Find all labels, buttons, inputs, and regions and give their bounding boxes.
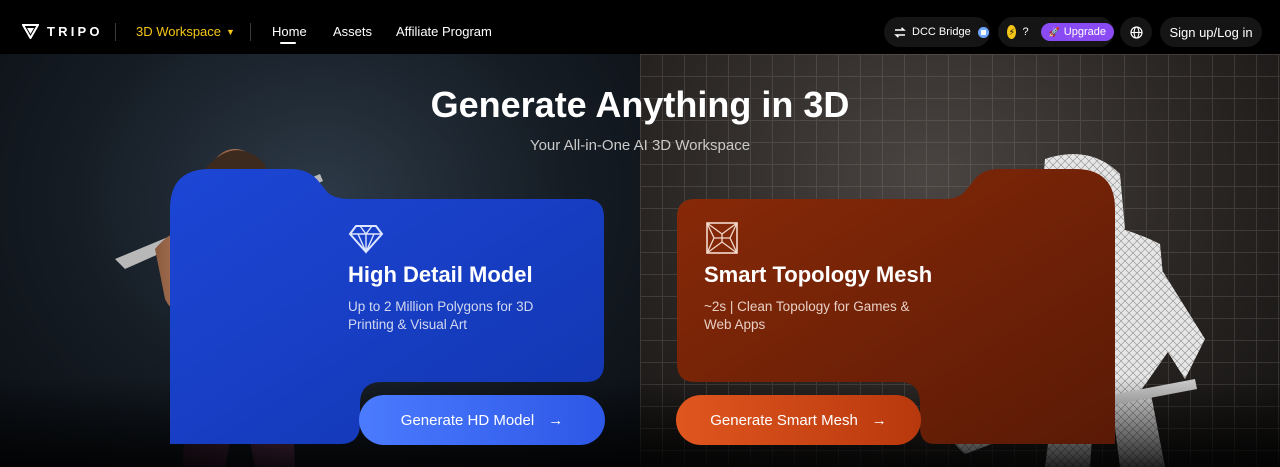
tripo-logo-icon — [22, 24, 39, 39]
swap-arrows-icon — [894, 26, 906, 38]
credits-pill[interactable]: ⚡ ? 🚀 Upgrade — [998, 17, 1114, 47]
credits-value: ? — [1022, 26, 1029, 38]
dcc-bridge-button[interactable]: DCC Bridge — [884, 17, 990, 47]
dcc-bridge-label: DCC Bridge — [912, 26, 971, 38]
active-tab-indicator — [280, 42, 296, 44]
globe-icon — [1129, 25, 1143, 39]
button-label: Generate HD Model — [400, 411, 535, 429]
button-label: Generate Smart Mesh — [710, 411, 858, 429]
card-description: ~2s | Clean Topology for Games & Web App… — [704, 299, 910, 332]
nav-affiliate-program[interactable]: Affiliate Program — [396, 24, 492, 39]
nav-assets[interactable]: Assets — [333, 24, 372, 39]
generate-smart-mesh-button[interactable]: Generate Smart Mesh → — [676, 395, 921, 445]
card-description: Up to 2 Million Polygons for 3D Printing… — [348, 299, 534, 332]
language-button[interactable] — [1120, 17, 1152, 47]
mesh-icon — [706, 222, 738, 254]
nav-divider — [250, 23, 251, 41]
generate-hd-model-button[interactable]: Generate HD Model → — [359, 395, 605, 445]
upgrade-label: Upgrade — [1063, 26, 1106, 38]
nav-divider — [115, 23, 116, 41]
workspace-dropdown[interactable]: 3D Workspace ▼ — [136, 24, 235, 39]
card-title: Smart Topology Mesh — [704, 262, 933, 287]
upgrade-button[interactable]: 🚀 Upgrade — [1040, 23, 1114, 41]
workspace-label: 3D Workspace — [136, 24, 222, 39]
arrow-right-icon: → — [871, 411, 887, 429]
hero-title: Generate Anything in 3D — [430, 84, 850, 125]
hero-subtitle: Your All-in-One AI 3D Workspace — [529, 137, 751, 154]
caret-down-icon: ▼ — [226, 26, 235, 37]
rocket-icon: 🚀 — [1048, 26, 1060, 37]
nav-home[interactable]: Home — [272, 24, 307, 39]
card-title: High Detail Model — [348, 262, 533, 287]
logo-text: TRIPO — [47, 24, 103, 39]
arrow-right-icon: → — [548, 411, 564, 429]
bridge-badge-icon — [977, 26, 989, 38]
signup-login-button[interactable]: Sign up/Log in — [1160, 17, 1262, 47]
tripo-logo[interactable]: TRIPO — [22, 24, 103, 39]
hero-section: Generate Anything in 3D Your All-in-One … — [0, 54, 1280, 467]
diamond-icon — [348, 225, 384, 254]
lightning-icon: ⚡ — [1007, 25, 1017, 39]
